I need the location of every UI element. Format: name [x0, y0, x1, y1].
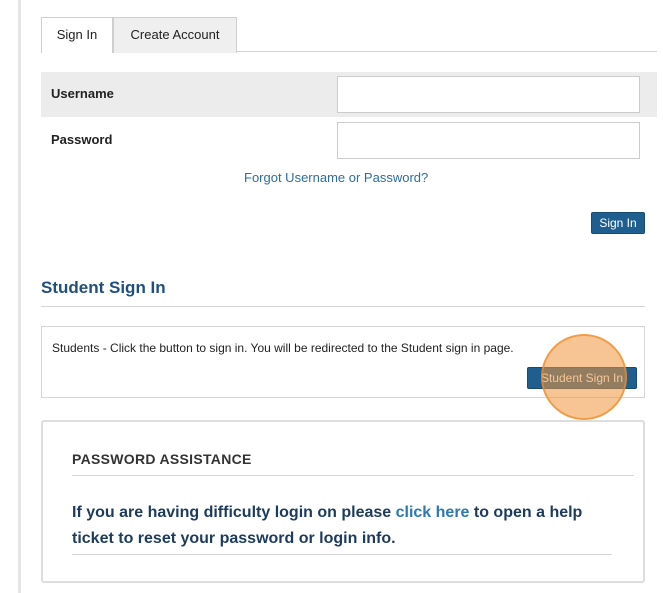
password-row: Password — [41, 118, 657, 163]
password-assistance-text: If you are having difficulty login on pl… — [72, 500, 612, 552]
divider — [41, 306, 645, 307]
sign-in-button[interactable]: Sign In — [591, 212, 645, 234]
divider — [72, 554, 612, 555]
tab-sign-in[interactable]: Sign In — [41, 17, 113, 53]
divider — [72, 475, 634, 476]
username-label: Username — [51, 86, 114, 101]
page-left-border — [18, 0, 21, 593]
password-assistance-title: PASSWORD ASSISTANCE — [72, 451, 252, 467]
password-label: Password — [51, 132, 113, 147]
student-signin-message: Students - Click the button to sign in. … — [52, 341, 514, 355]
assistance-text-before: If you are having difficulty login on pl… — [72, 504, 396, 521]
password-input[interactable] — [337, 122, 640, 159]
tab-create-account[interactable]: Create Account — [113, 17, 237, 53]
student-signin-panel: Students - Click the button to sign in. … — [41, 326, 645, 398]
password-assistance-panel: PASSWORD ASSISTANCE If you are having di… — [41, 420, 645, 583]
username-input[interactable] — [337, 76, 640, 113]
username-row: Username — [41, 72, 657, 117]
student-sign-in-button[interactable]: Student Sign In — [527, 367, 637, 389]
auth-tabs: Sign In Create Account — [41, 17, 657, 53]
forgot-credentials-link[interactable]: Forgot Username or Password? — [244, 170, 428, 185]
student-section-title: Student Sign In — [41, 278, 166, 297]
click-here-link[interactable]: click here — [396, 504, 470, 521]
